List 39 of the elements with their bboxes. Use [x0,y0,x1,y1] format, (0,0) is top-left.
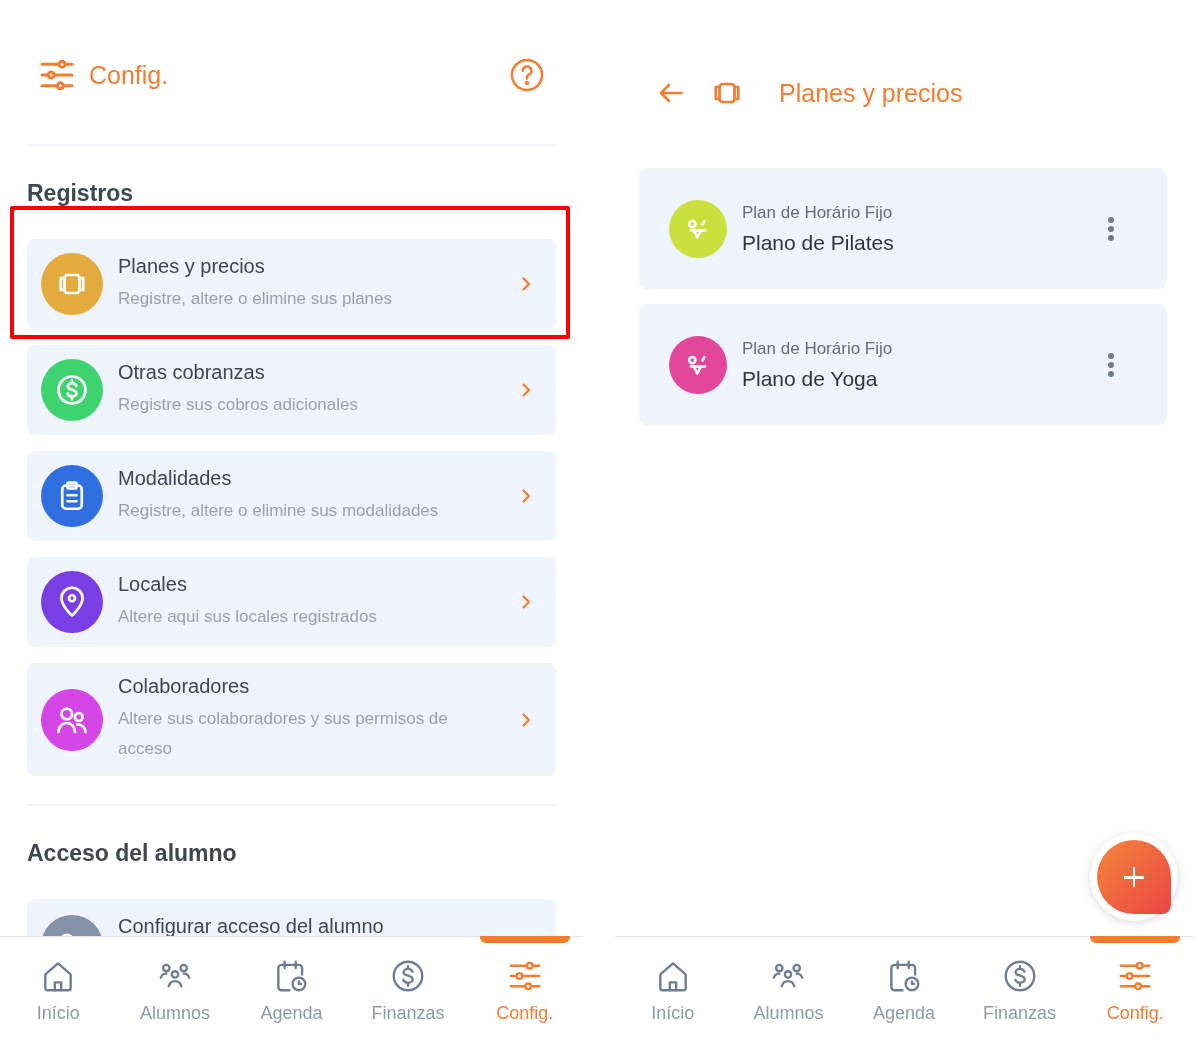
plan-card[interactable]: Plan de Horário Fijo Plano de Yoga [639,304,1167,425]
item-title: Colaboradores [118,675,251,698]
plan-card[interactable]: Plan de Horário Fijo Plano de Pilates [639,168,1167,289]
settings-item[interactable]: Colaboradores Altere sus colaboradores y sus permisos de acceso [27,663,556,776]
plan-name: Plano de Pilates [742,230,895,255]
section-heading: Acceso del alumno [27,840,238,867]
plan-name: Plano de Yoga [742,366,879,391]
item-subtitle: Altere sus colaboradores y sus permisos de acceso [118,708,449,760]
nav-tab[interactable]: Início [615,937,731,1050]
item-title: Locales [118,572,188,596]
item-subtitle: Registre, altere o elimine sus planes [118,287,394,310]
nav-tab[interactable]: Config. [466,937,583,1050]
section-heading: Registros [27,180,135,207]
nav-tab[interactable]: Agenda [846,937,962,1050]
nav-tab[interactable]: Início [0,937,117,1050]
item-title: Planes y precios [118,254,266,278]
screen-title: Config. [89,60,170,90]
item-title: Otras cobranzas [118,360,266,384]
settings-item[interactable]: Otras cobranzas Registre sus cobros adicionales [27,345,556,435]
item-subtitle: Altere aqui sus locales registrados [118,605,378,628]
kebab-menu-icon [1107,215,1115,242]
settings-item[interactable]: Modalidades Registre, altere o elimine sus modalidades [27,451,556,541]
item-subtitle: Registre sus cobros adicionales [118,393,359,416]
plan-type: Plan de Horário Fijo [742,202,894,223]
nav-tab[interactable]: Config. [1077,937,1193,1050]
plan-type: Plan de Horário Fijo [742,338,894,359]
nav-tab[interactable]: Alumnos [730,937,847,1050]
help-button[interactable] [508,56,546,94]
item-subtitle: Registre, altere o elimine sus modalidades [118,499,440,522]
nav-tab[interactable]: Alumnos [116,937,234,1050]
nav-tab[interactable]: Finanzas [349,937,467,1050]
kebab-menu-icon [1107,351,1115,378]
nav-tab[interactable]: Agenda [233,937,350,1050]
nav-tab[interactable]: Finanzas [961,937,1078,1050]
add-button[interactable] [1090,833,1178,921]
settings-item[interactable]: Locales Altere aqui sus locales registrados [27,557,556,647]
screen-title: Planes y precios [779,78,963,108]
settings-item[interactable]: Planes y precios Registre, altere o elimine sus planes [27,239,556,329]
item-title: Modalidades [118,466,233,490]
